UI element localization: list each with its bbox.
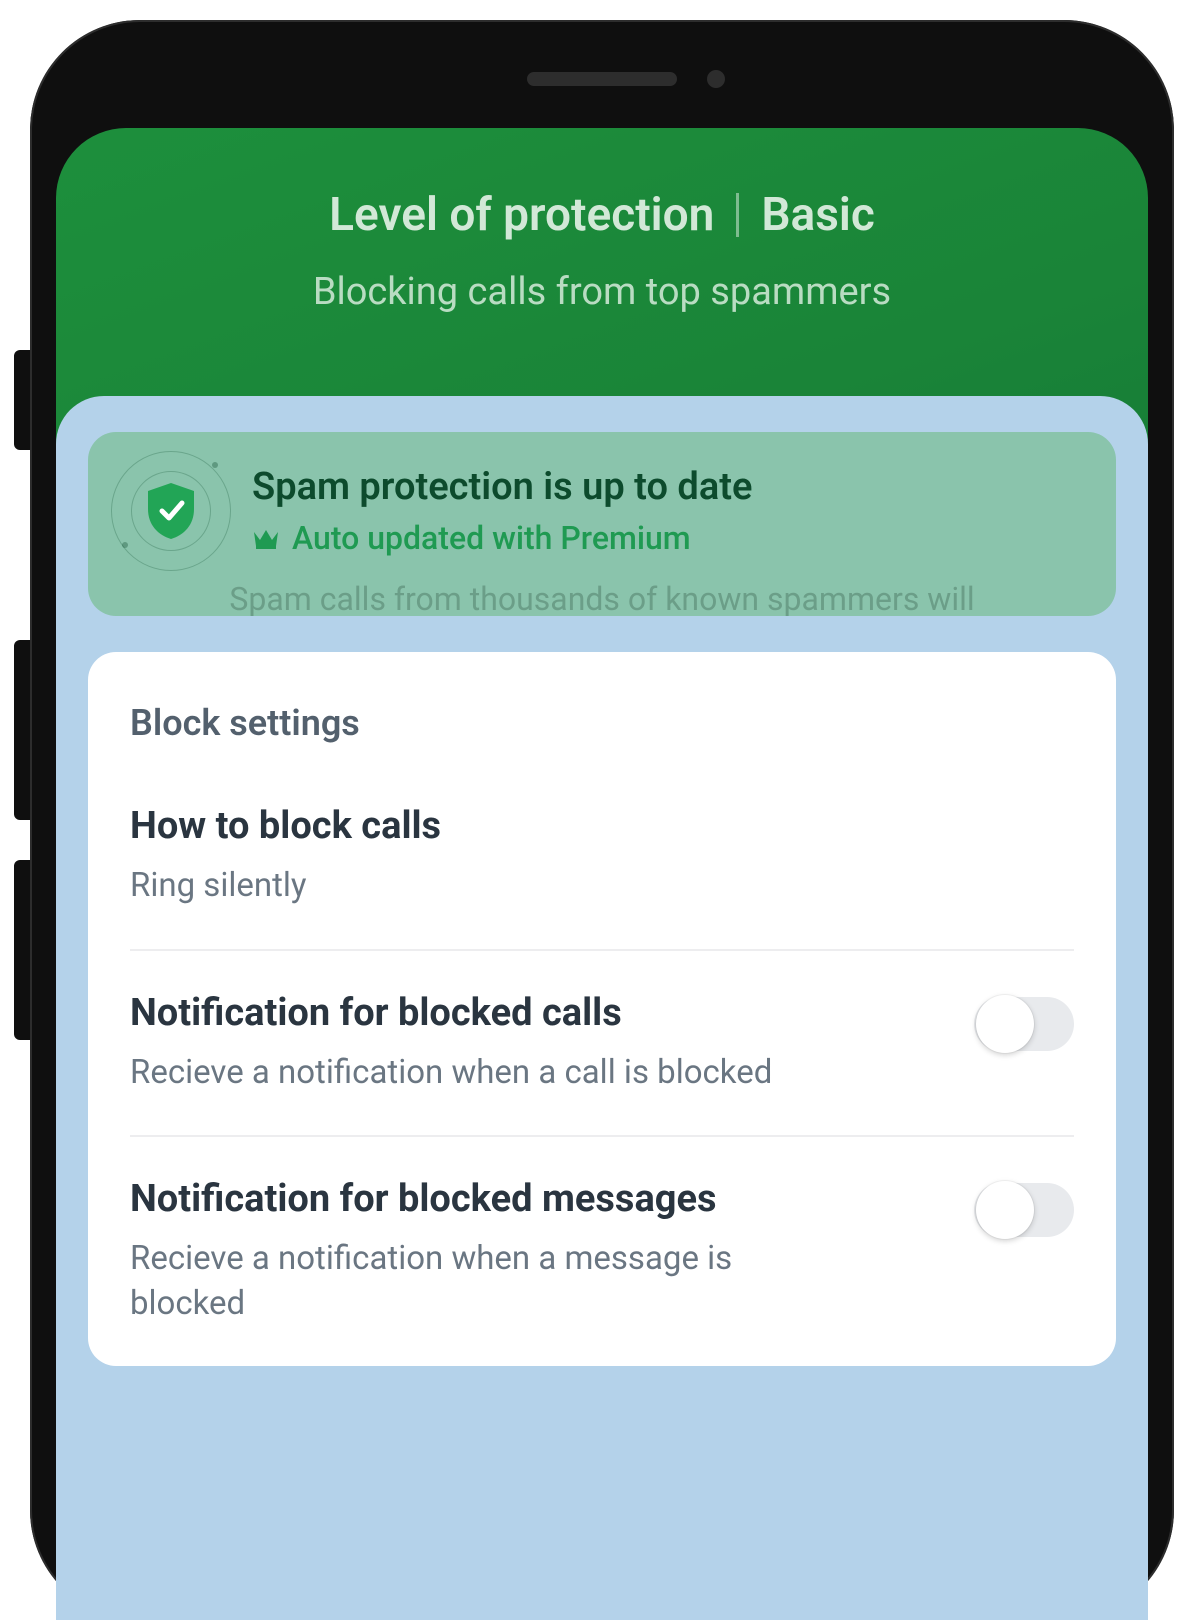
phone-volume-up xyxy=(14,640,30,820)
status-subline: Auto updated with Premium xyxy=(252,519,752,557)
row-title: Notification for blocked messages xyxy=(130,1177,1074,1221)
status-title: Spam protection is up to date xyxy=(252,465,752,509)
row-title: Notification for blocked calls xyxy=(130,991,1074,1035)
row-sub: Recieve a notification when a message is… xyxy=(130,1237,800,1326)
screen: Level of protection Basic Blocking calls… xyxy=(56,128,1148,1620)
phone-side-button xyxy=(14,350,30,450)
row-notify-messages[interactable]: Notification for blocked messages Reciev… xyxy=(130,1177,1074,1326)
protection-title-row: Level of protection Basic xyxy=(329,188,875,242)
protection-title-label: Level of protection xyxy=(329,188,714,242)
block-settings-card: Block settings How to block calls Ring s… xyxy=(88,652,1116,1366)
title-divider xyxy=(736,193,739,237)
spam-status-card[interactable]: Spam protection is up to date Auto updat… xyxy=(88,432,1116,616)
protection-level-value: Basic xyxy=(761,188,875,242)
protection-header: Level of protection Basic Blocking calls… xyxy=(56,128,1148,314)
phone-camera-dot xyxy=(707,70,725,88)
status-text: Spam protection is up to date Auto updat… xyxy=(252,465,752,557)
phone-volume-down xyxy=(14,860,30,1040)
shield-check-icon xyxy=(144,481,198,541)
toggle-knob xyxy=(976,995,1034,1053)
row-notify-calls[interactable]: Notification for blocked calls Recieve a… xyxy=(130,991,1074,1138)
crown-icon xyxy=(252,526,280,550)
row-how-to-block[interactable]: How to block calls Ring silently xyxy=(130,804,1074,951)
phone-frame: Level of protection Basic Blocking calls… xyxy=(30,20,1174,1620)
phone-speaker xyxy=(527,72,677,86)
content-panel: Spam protection is up to date Auto updat… xyxy=(56,396,1148,1620)
toggle-notify-calls[interactable] xyxy=(974,997,1074,1051)
status-fade-text: Spam calls from thousands of known spamm… xyxy=(88,580,1116,616)
row-title: How to block calls xyxy=(130,804,1074,848)
shield-graphic xyxy=(116,456,226,566)
block-settings-heading: Block settings xyxy=(130,702,1074,744)
row-sub: Recieve a notification when a call is bl… xyxy=(130,1051,800,1096)
row-sub: Ring silently xyxy=(130,864,800,909)
protection-subtitle: Blocking calls from top spammers xyxy=(56,270,1148,314)
toggle-notify-messages[interactable] xyxy=(974,1183,1074,1237)
status-sub-label: Auto updated with Premium xyxy=(292,519,691,557)
toggle-knob xyxy=(976,1181,1034,1239)
